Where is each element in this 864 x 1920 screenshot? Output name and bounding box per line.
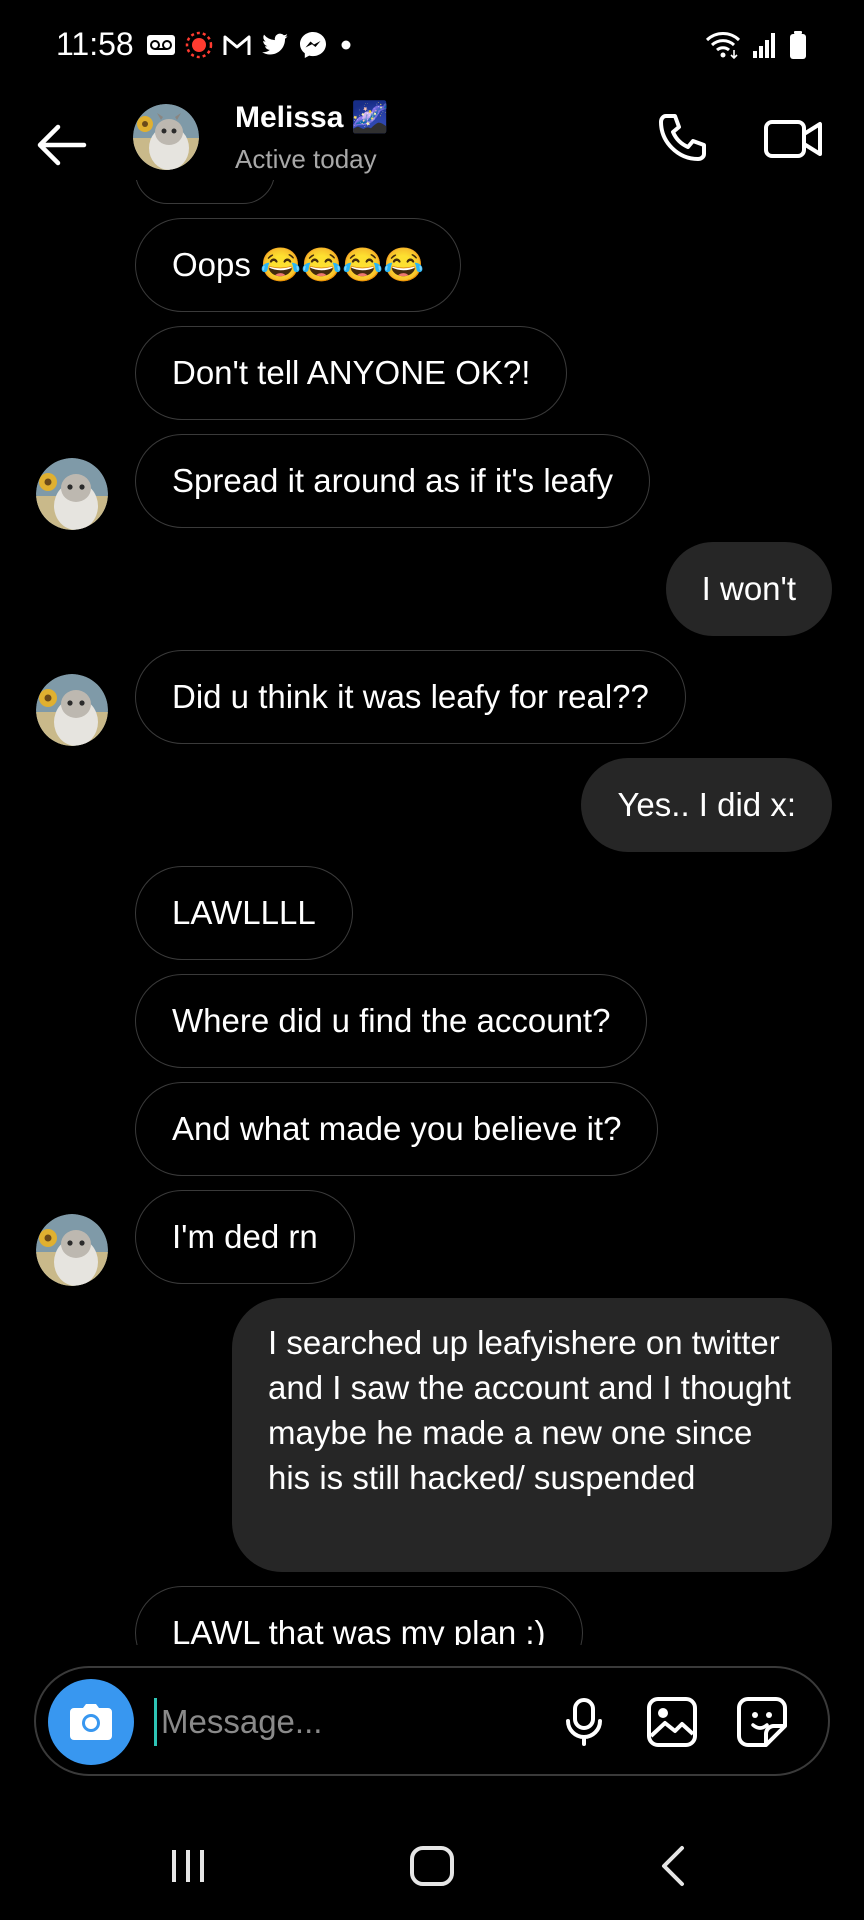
message-bubble-received[interactable]: And what made you believe it? (135, 1082, 659, 1176)
message-text: LAWLLLL (172, 894, 316, 931)
message-text: Where did u find the account? (172, 1002, 611, 1039)
message-input[interactable] (154, 1698, 554, 1746)
message-text: Did u think it was leafy for real?? (172, 678, 649, 715)
message-text: LAWL that was my plan :) (172, 1614, 546, 1645)
recent-apps-icon[interactable] (166, 1846, 210, 1886)
gallery-icon[interactable] (644, 1694, 700, 1750)
message-text: I'm ded rn (172, 1218, 318, 1255)
screen-recorder-icon (185, 31, 213, 59)
message-bubble-sent[interactable]: I won't (665, 542, 832, 636)
message-bubble-received[interactable]: Don't tell ANYONE OK?! (135, 326, 568, 420)
contact-name-text: Melissa (235, 100, 344, 134)
message-text: I searched up leafyishere on twitter and… (268, 1324, 791, 1496)
message-composer (34, 1666, 830, 1776)
wifi-icon (705, 32, 741, 60)
video-call-icon[interactable] (760, 108, 826, 170)
microphone-icon[interactable] (556, 1694, 612, 1750)
contact-name[interactable]: Melissa 🌌 (235, 100, 389, 135)
message-text: Oops 😂😂😂😂 (172, 246, 425, 283)
message-thread[interactable]: Oops 😂😂😂😂 Don't tell ANYONE OK?! Spread … (0, 180, 864, 1645)
notification-icons (146, 28, 356, 62)
message-text: Don't tell ANYONE OK?! (172, 354, 531, 391)
camera-button[interactable] (48, 1679, 134, 1765)
back-chevron-icon[interactable] (656, 1844, 692, 1888)
navigation-bar (0, 1810, 864, 1920)
avatar[interactable] (36, 1214, 108, 1286)
gmail-icon (223, 35, 251, 55)
sticker-icon[interactable] (734, 1694, 790, 1750)
avatar[interactable] (36, 674, 108, 746)
message-bubble-sent[interactable]: I searched up leafyishere on twitter and… (232, 1298, 832, 1572)
message-bubble-partial[interactable] (135, 180, 275, 204)
phone-call-icon[interactable] (650, 108, 712, 170)
home-icon[interactable] (408, 1844, 456, 1888)
message-bubble-received[interactable]: Where did u find the account? (135, 974, 648, 1068)
system-icons (704, 28, 808, 62)
dot-icon (341, 40, 351, 50)
message-bubble-received[interactable]: Did u think it was leafy for real?? (135, 650, 686, 744)
message-bubble-sent[interactable]: Yes.. I did x: (581, 758, 832, 852)
voicemail-icon (147, 35, 175, 55)
message-text: Spread it around as if it's leafy (172, 462, 614, 499)
avatar[interactable] (133, 104, 199, 170)
avatar[interactable] (36, 458, 108, 530)
camera-icon (70, 1704, 112, 1740)
status-time: 11:58 (56, 26, 134, 62)
signal-icon (753, 33, 775, 58)
message-text: I won't (701, 570, 796, 607)
active-status: Active today (235, 144, 377, 174)
message-text: And what made you believe it? (172, 1110, 622, 1147)
messenger-icon (300, 32, 326, 58)
battery-icon (790, 31, 806, 59)
message-bubble-received[interactable]: I'm ded rn (135, 1190, 355, 1284)
message-bubble-received[interactable]: Oops 😂😂😂😂 (135, 218, 462, 312)
galaxy-emoji: 🌌 (351, 101, 389, 134)
message-text: Yes.. I did x: (617, 786, 796, 823)
message-bubble-received[interactable]: Spread it around as if it's leafy (135, 434, 651, 528)
back-arrow-icon[interactable] (30, 112, 96, 178)
twitter-icon (262, 33, 288, 55)
status-bar: 11:58 (0, 0, 864, 88)
message-bubble-received[interactable]: LAWLLLL (135, 866, 353, 960)
message-bubble-received[interactable]: LAWL that was my plan :) (135, 1586, 583, 1645)
